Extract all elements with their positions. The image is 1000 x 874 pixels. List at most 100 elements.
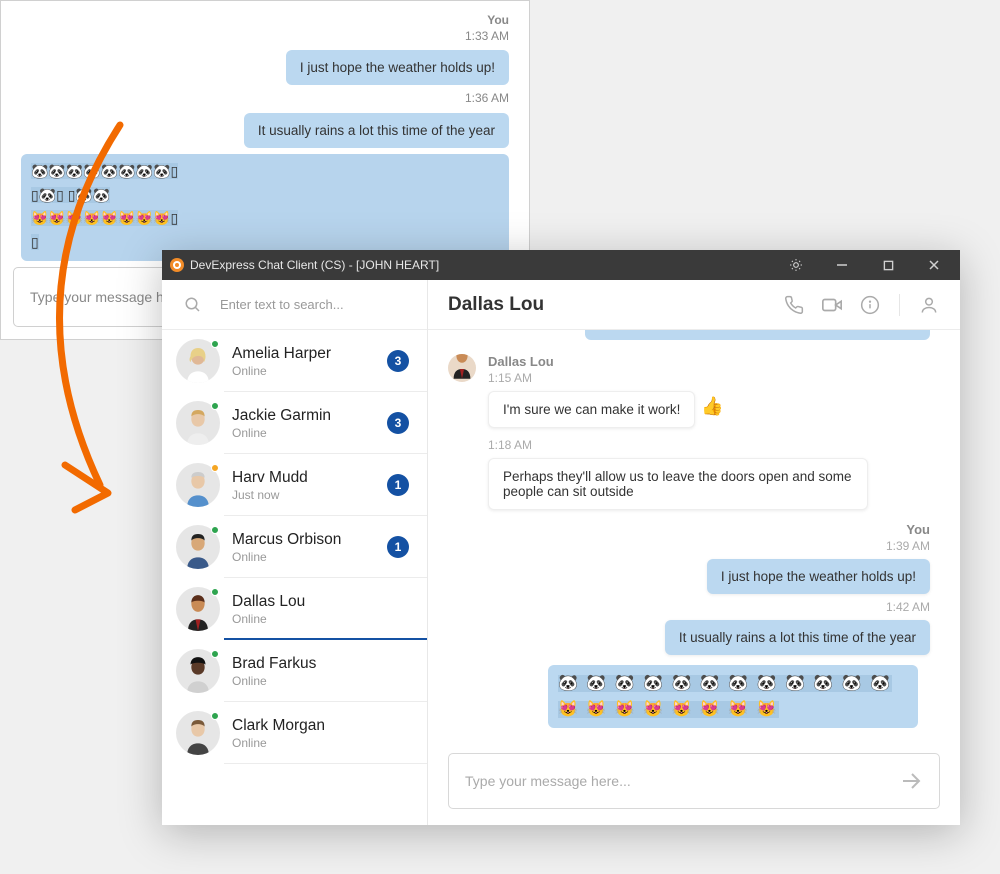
- video-call-icon[interactable]: [821, 294, 843, 316]
- chat-header-name: Dallas Lou: [448, 294, 767, 316]
- status-dot-icon: [211, 464, 219, 472]
- status-dot-icon: [211, 402, 219, 410]
- header-separator: [899, 294, 900, 316]
- contact-avatar: [176, 649, 220, 693]
- bg-emoji-draft: 🐼🐼🐼🐼🐼🐼🐼🐼▯ ▯🐼▯ ▯🐼🐼 😻😻😻😻😻😻😻😻▯ ▯: [21, 154, 509, 261]
- status-dot-icon: [211, 340, 219, 348]
- thumbs-up-reaction-icon[interactable]: 👍: [701, 396, 723, 417]
- window-title: DevExpress Chat Client (CS) - [JOHN HEAR…: [190, 258, 770, 272]
- bg-message-1: I just hope the weather holds up!: [286, 50, 509, 85]
- contact-item[interactable]: Clark MorganOnline: [162, 702, 427, 764]
- titlebar[interactable]: DevExpress Chat Client (CS) - [JOHN HEAR…: [162, 250, 960, 280]
- bg-you-label: You: [21, 13, 509, 29]
- compose-box[interactable]: [448, 753, 940, 809]
- bg-time-2-wrap: 1:36 AM: [21, 91, 509, 107]
- contact-name: Amelia Harper: [232, 345, 375, 363]
- search-row: [162, 280, 427, 330]
- bg-time-2: 1:36 AM: [21, 91, 509, 107]
- send-icon[interactable]: [899, 769, 923, 793]
- incoming-message-1: I'm sure we can make it work!: [488, 391, 695, 428]
- compose-input[interactable]: [465, 773, 899, 789]
- status-dot-icon: [211, 650, 219, 658]
- contact-status-text: Online: [232, 612, 409, 626]
- contact-info: Harv MuddJust now: [232, 469, 375, 502]
- contact-avatar: [176, 401, 220, 445]
- messages-list[interactable]: Dallas Lou 1:15 AM I'm sure we can make …: [428, 330, 960, 743]
- bg-time-1: 1:33 AM: [21, 29, 509, 45]
- status-dot-icon: [211, 526, 219, 534]
- unread-badge: 1: [387, 536, 409, 558]
- unread-badge: 3: [387, 350, 409, 372]
- contacts-list: Amelia HarperOnline3Jackie GarminOnline3…: [162, 330, 427, 825]
- contact-info: Marcus OrbisonOnline: [232, 531, 375, 564]
- incoming-sender-name: Dallas Lou: [488, 354, 930, 369]
- info-icon[interactable]: [859, 294, 881, 316]
- contact-item[interactable]: Marcus OrbisonOnline 1: [162, 516, 427, 578]
- chat-client-window: DevExpress Chat Client (CS) - [JOHN HEAR…: [162, 250, 960, 825]
- status-dot-icon: [211, 712, 219, 720]
- contact-name: Brad Farkus: [232, 655, 409, 673]
- chat-header: Dallas Lou: [428, 280, 960, 330]
- contact-name: Clark Morgan: [232, 717, 409, 735]
- close-button[interactable]: [914, 250, 954, 280]
- contacts-sidebar: Amelia HarperOnline3Jackie GarminOnline3…: [162, 280, 428, 825]
- contact-status-text: Online: [232, 736, 409, 750]
- contact-avatar: [176, 525, 220, 569]
- contact-status-text: Online: [232, 674, 409, 688]
- contact-status-text: Just now: [232, 488, 375, 502]
- contact-item[interactable]: Brad FarkusOnline: [162, 640, 427, 702]
- contact-info: Dallas LouOnline: [232, 593, 409, 626]
- incoming-time-2: 1:18 AM: [488, 438, 930, 452]
- emoji-draft-bubble: 🐼 🐼 🐼 🐼 🐼 🐼 🐼 🐼 🐼 🐼 🐼 🐼 😻 😻 😻 😻 😻 😻 😻 😻: [548, 665, 918, 728]
- contact-item[interactable]: Jackie GarminOnline 3: [162, 392, 427, 454]
- theme-toggle-icon[interactable]: [776, 250, 816, 280]
- emoji-line-2: 😻 😻 😻 😻 😻 😻 😻 😻: [558, 701, 779, 718]
- contact-item[interactable]: Amelia HarperOnline 3: [162, 330, 427, 392]
- bg-draft-line-4: ▯: [31, 234, 39, 250]
- call-icon[interactable]: [783, 294, 805, 316]
- chat-panel: Dallas Lou: [428, 280, 960, 825]
- contact-status-text: Online: [232, 426, 375, 440]
- contact-avatar: [176, 711, 220, 755]
- sender-avatar: [448, 354, 476, 382]
- partial-bubble: [585, 330, 930, 340]
- contact-status-text: Online: [232, 364, 375, 378]
- app-icon: [170, 258, 184, 272]
- contact-item[interactable]: Dallas LouOnline: [162, 578, 427, 640]
- search-input[interactable]: [220, 297, 407, 312]
- contact-info: Clark MorganOnline: [232, 717, 409, 750]
- contact-name: Dallas Lou: [232, 593, 409, 611]
- contact-info: Jackie GarminOnline: [232, 407, 375, 440]
- outgoing-time-2: 1:42 AM: [448, 600, 930, 614]
- incoming-message-2: Perhaps they'll allow us to leave the do…: [488, 458, 868, 510]
- minimize-button[interactable]: [822, 250, 862, 280]
- bg-message-2: It usually rains a lot this time of the …: [244, 113, 509, 148]
- bg-sender-label: You 1:33 AM: [21, 13, 509, 44]
- outgoing-message-2: It usually rains a lot this time of the …: [665, 620, 930, 655]
- bg-draft-line-3: 😻😻😻😻😻😻😻😻▯: [31, 210, 178, 226]
- contact-avatar: [176, 587, 220, 631]
- profile-icon[interactable]: [918, 294, 940, 316]
- search-icon[interactable]: [184, 296, 202, 314]
- incoming-time-1: 1:15 AM: [488, 371, 930, 385]
- bg-draft-line-1: 🐼🐼🐼🐼🐼🐼🐼🐼▯: [31, 163, 178, 179]
- contact-name: Jackie Garmin: [232, 407, 375, 425]
- outgoing-sender-name: You: [448, 522, 930, 537]
- outgoing-message-1: I just hope the weather holds up!: [707, 559, 930, 594]
- contact-info: Amelia HarperOnline: [232, 345, 375, 378]
- bg-draft-line-2: ▯🐼▯ ▯🐼🐼: [31, 187, 110, 203]
- outgoing-header: You 1:39 AM: [448, 522, 930, 553]
- contact-avatar: [176, 339, 220, 383]
- contact-info: Brad FarkusOnline: [232, 655, 409, 688]
- unread-badge: 1: [387, 474, 409, 496]
- maximize-button[interactable]: [868, 250, 908, 280]
- emoji-line-1: 🐼 🐼 🐼 🐼 🐼 🐼 🐼 🐼 🐼 🐼 🐼 🐼: [558, 675, 892, 692]
- unread-badge: 3: [387, 412, 409, 434]
- contact-name: Marcus Orbison: [232, 531, 375, 549]
- contact-status-text: Online: [232, 550, 375, 564]
- incoming-message-group: Dallas Lou 1:15 AM I'm sure we can make …: [448, 354, 930, 510]
- contact-item[interactable]: Harv MuddJust now 1: [162, 454, 427, 516]
- contact-name: Harv Mudd: [232, 469, 375, 487]
- contact-avatar: [176, 463, 220, 507]
- outgoing-time-1: 1:39 AM: [448, 539, 930, 553]
